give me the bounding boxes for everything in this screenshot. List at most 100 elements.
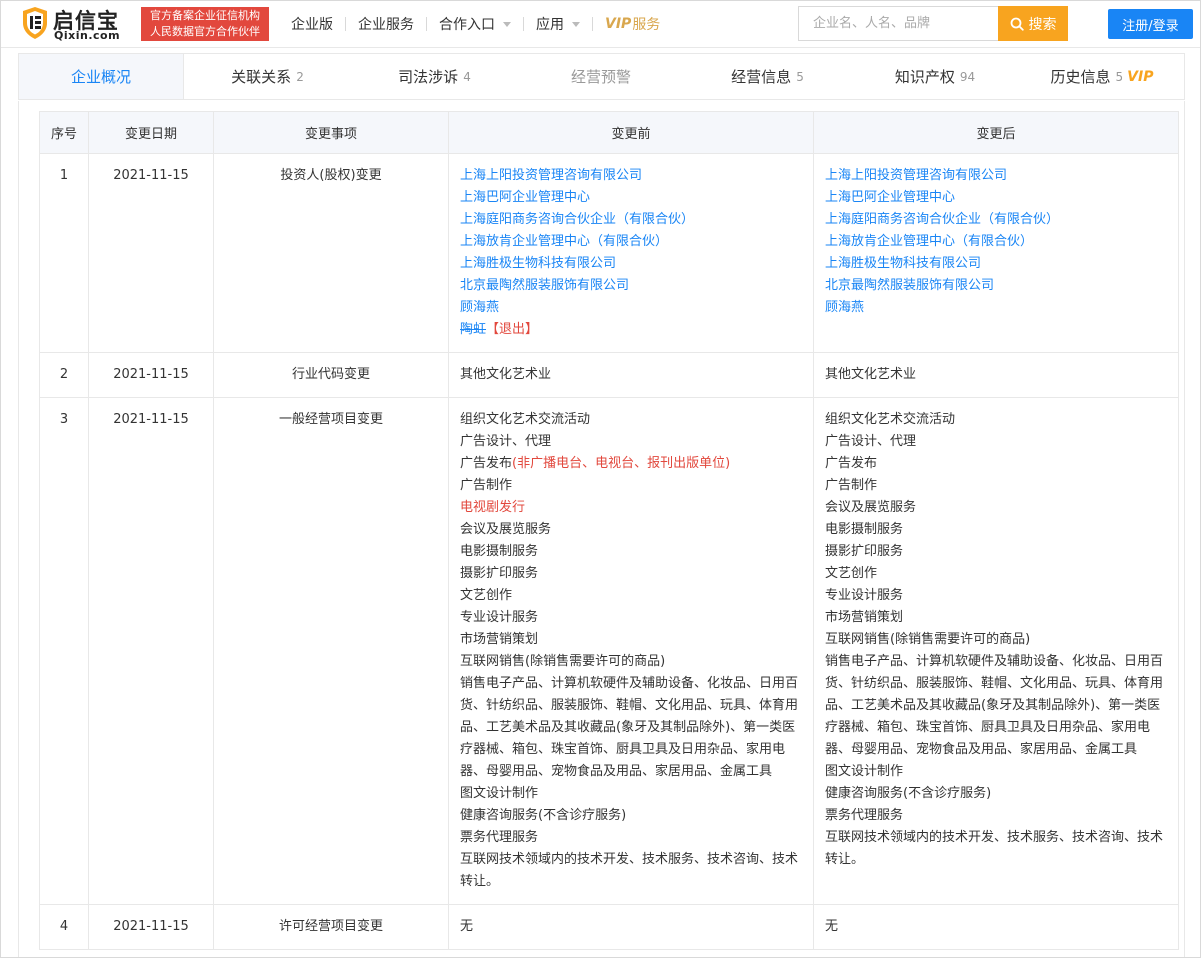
tab-related-relations[interactable]: 关联关系 2 <box>184 54 351 99</box>
tab-business-warning[interactable]: 经营预警 <box>518 54 684 99</box>
chevron-down-icon <box>503 21 511 27</box>
table-row: 3 2021-11-15 一般经营项目变更 组织文化艺术交流活动 广告设计、代理… <box>39 397 1179 905</box>
company-link[interactable]: 北京最陶然服装服饰有限公司 <box>460 275 803 297</box>
business-scope-line: 广告发布(非广播电台、电视台、报刊出版单位) <box>460 453 803 475</box>
page-frame: 启信宝 Qixin.com 官方备案企业征信机构 人民数据官方合作伙伴 企业版 … <box>0 0 1201 958</box>
change-records-panel: 序号 变更日期 变更事项 变更前 变更后 1 2021-11-15 投资人(股权… <box>18 101 1185 957</box>
register-login-button[interactable]: 注册/登录 <box>1108 9 1193 39</box>
person-link[interactable]: 陶虹 <box>460 322 486 337</box>
business-scope-line: 广告设计、代理 <box>825 434 917 449</box>
shield-logo-icon <box>23 7 47 39</box>
vip-service-label: 服务 <box>632 17 661 33</box>
business-scope-line: 互联网销售(除销售需要许可的商品) <box>460 654 666 669</box>
tab-count: 5 <box>1115 69 1124 84</box>
business-scope-line: 销售电子产品、计算机软硬件及辅助设备、化妆品、日用百货、针纺织品、服装服饰、鞋帽… <box>825 654 1164 757</box>
tab-label: 经营信息 <box>731 68 792 86</box>
company-link[interactable]: 北京最陶然服装服饰有限公司 <box>825 275 1168 297</box>
qixin-logo[interactable]: 启信宝 Qixin.com <box>21 5 129 43</box>
cell-date: 2021-11-15 <box>88 153 214 353</box>
column-header-before: 变更前 <box>448 111 814 154</box>
column-header-date: 变更日期 <box>88 111 214 154</box>
company-link[interactable]: 上海巴阿企业管理中心 <box>825 187 1168 209</box>
cell-before: 无 <box>448 904 814 950</box>
cell-after: 无 <box>813 904 1179 950</box>
company-link[interactable]: 上海放肯企业管理中心（有限合伙） <box>825 231 1168 253</box>
nav-enterprise-edition[interactable]: 企业版 <box>291 14 333 34</box>
column-header-item: 变更事项 <box>213 111 449 154</box>
tab-label: 关联关系 <box>231 68 292 86</box>
cell-no: 1 <box>39 153 89 353</box>
company-tabs: 企业概况 关联关系 2 司法涉诉 4 经营预警 经营信息 5 知识产权 94 历… <box>18 53 1185 100</box>
nav-apps[interactable]: 应用 <box>536 14 580 34</box>
table-row: 2 2021-11-15 行业代码变更 其他文化艺术业 其他文化艺术业 <box>39 352 1179 398</box>
business-scope-line: 会议及展览服务 <box>460 522 552 537</box>
business-scope-line: 文艺创作 <box>460 588 513 603</box>
cell-before: 组织文化艺术交流活动 广告设计、代理 广告发布(非广播电台、电视台、报刊出版单位… <box>448 397 814 905</box>
business-scope-line: 广告制作 <box>460 478 513 493</box>
company-link[interactable]: 上海巴阿企业管理中心 <box>460 187 803 209</box>
nav-divider <box>426 17 427 31</box>
tab-intellectual-property[interactable]: 知识产权 94 <box>851 54 1019 99</box>
cell-date: 2021-11-15 <box>88 352 214 398</box>
business-scope-line: 专业设计服务 <box>460 610 539 625</box>
exit-tag: 【退出】 <box>486 322 539 337</box>
tab-judicial-litigation[interactable]: 司法涉诉 4 <box>351 54 518 99</box>
business-scope-line: 摄影扩印服务 <box>460 566 539 581</box>
business-scope-line: 互联网销售(除销售需要许可的商品) <box>825 632 1031 647</box>
search-icon <box>1010 17 1024 31</box>
official-badge: 官方备案企业征信机构 人民数据官方合作伙伴 <box>141 7 269 41</box>
cell-no: 3 <box>39 397 89 905</box>
cell-date: 2021-11-15 <box>88 904 214 950</box>
vip-label: VIP <box>605 16 632 32</box>
company-link[interactable]: 上海上阳投资管理咨询有限公司 <box>460 165 803 187</box>
business-scope-line: 健康咨询服务(不含诊疗服务) <box>825 786 992 801</box>
nav-partner-entry[interactable]: 合作入口 <box>439 14 511 34</box>
business-scope-line: 健康咨询服务(不含诊疗服务) <box>460 808 627 823</box>
logo-domain: Qixin.com <box>54 29 121 42</box>
company-link[interactable]: 上海庭阳商务咨询合伙企业（有限合伙） <box>825 209 1168 231</box>
company-link[interactable]: 上海胜极生物科技有限公司 <box>825 253 1168 275</box>
nav-partner-entry-label: 合作入口 <box>439 17 495 33</box>
business-scope-line: 互联网技术领域内的技术开发、技术服务、技术咨询、技术转让。 <box>825 830 1164 867</box>
tab-history-info[interactable]: 历史信息 5 VIP <box>1019 54 1185 99</box>
top-navigation-bar: 启信宝 Qixin.com 官方备案企业征信机构 人民数据官方合作伙伴 企业版 … <box>1 1 1200 48</box>
business-scope-line: 图文设计制作 <box>825 764 904 779</box>
business-scope-line: 专业设计服务 <box>825 588 904 603</box>
tab-label: 历史信息 <box>1050 68 1111 86</box>
nav-apps-label: 应用 <box>536 17 564 33</box>
cell-after: 上海上阳投资管理咨询有限公司 上海巴阿企业管理中心 上海庭阳商务咨询合伙企业（有… <box>813 153 1179 353</box>
company-link[interactable]: 上海庭阳商务咨询合伙企业（有限合伙） <box>460 209 803 231</box>
vip-badge: VIP <box>1127 68 1154 85</box>
nav-divider <box>345 17 346 31</box>
cell-item: 投资人(股权)变更 <box>213 153 449 353</box>
tab-count: 5 <box>796 69 804 84</box>
nav-divider <box>592 17 593 31</box>
search-button[interactable]: 搜索 <box>998 6 1068 41</box>
cell-before: 其他文化艺术业 <box>448 352 814 398</box>
person-link[interactable]: 顾海燕 <box>460 297 803 319</box>
business-scope-line: 广告发布 <box>825 456 878 471</box>
company-link[interactable]: 上海上阳投资管理咨询有限公司 <box>825 165 1168 187</box>
nav-enterprise-service[interactable]: 企业服务 <box>358 14 414 34</box>
business-scope-line: 图文设计制作 <box>460 786 539 801</box>
search-input[interactable] <box>798 6 998 41</box>
tab-label: 知识产权 <box>894 68 955 86</box>
cell-item: 行业代码变更 <box>213 352 449 398</box>
company-link[interactable]: 上海放肯企业管理中心（有限合伙） <box>460 231 803 253</box>
company-link[interactable]: 上海胜极生物科技有限公司 <box>460 253 803 275</box>
main-nav: 企业版 企业服务 合作入口 应用 VIP 服务 <box>291 1 660 47</box>
tab-company-overview[interactable]: 企业概况 <box>19 54 184 99</box>
badge-line-1: 官方备案企业征信机构 <box>150 9 260 22</box>
tab-business-info[interactable]: 经营信息 5 <box>684 54 851 99</box>
table-header-row: 序号 变更日期 变更事项 变更前 变更后 <box>39 111 1179 154</box>
business-scope-line: 会议及展览服务 <box>825 500 917 515</box>
cell-after: 组织文化艺术交流活动 广告设计、代理 广告发布 广告制作 会议及展览服务 电影摄… <box>813 397 1179 905</box>
person-link[interactable]: 顾海燕 <box>825 297 1168 319</box>
business-scope-line: 互联网技术领域内的技术开发、技术服务、技术咨询、技术转让。 <box>460 852 799 889</box>
nav-vip-service[interactable]: VIP 服务 <box>605 14 660 34</box>
business-scope-line: 销售电子产品、计算机软硬件及辅助设备、化妆品、日用百货、针纺织品、服装服饰、鞋帽… <box>460 676 799 779</box>
cell-date: 2021-11-15 <box>88 397 214 905</box>
cell-before: 上海上阳投资管理咨询有限公司 上海巴阿企业管理中心 上海庭阳商务咨询合伙企业（有… <box>448 153 814 353</box>
business-scope-line: 摄影扩印服务 <box>825 544 904 559</box>
removed-scope-line: 电视剧发行 <box>460 500 526 515</box>
